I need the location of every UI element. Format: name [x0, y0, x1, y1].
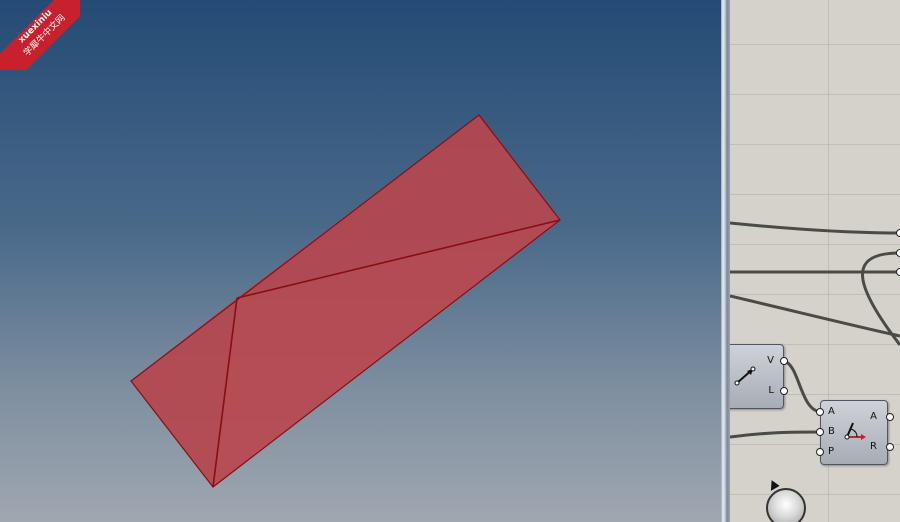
- vector-2pt-component[interactable]: V L: [730, 344, 784, 409]
- output-a-label: A: [870, 411, 877, 422]
- input-b-label: B: [828, 426, 835, 437]
- watermark-text-cn: 学犀牛中文网: [22, 13, 68, 59]
- output-r-label: R: [870, 441, 877, 452]
- angle-component[interactable]: A B P A R: [820, 400, 888, 465]
- input-grip[interactable]: [896, 249, 900, 257]
- input-a-label: A: [828, 406, 835, 417]
- input-p-label: P: [828, 446, 835, 457]
- input-grip[interactable]: [896, 268, 900, 276]
- wire: [783, 359, 823, 414]
- output-grip-a[interactable]: [886, 413, 894, 421]
- grasshopper-canvas[interactable]: V L A B P A R: [730, 0, 900, 522]
- dial-knob[interactable]: [766, 488, 806, 522]
- input-grip-p[interactable]: [816, 448, 824, 456]
- output-grip-l[interactable]: [780, 387, 788, 395]
- wire: [730, 430, 823, 439]
- output-grip-r[interactable]: [886, 443, 894, 451]
- viewport-geometry: [130, 114, 561, 488]
- input-grip[interactable]: [896, 229, 900, 237]
- rhino-viewport[interactable]: xuexiniu 学犀牛中文网: [0, 0, 721, 522]
- input-grip-a[interactable]: [816, 408, 824, 416]
- output-l-label: L: [768, 385, 774, 396]
- panel-splitter[interactable]: [721, 0, 730, 522]
- input-grip-b[interactable]: [816, 428, 824, 436]
- output-v-label: V: [767, 355, 774, 366]
- watermark-ribbon: xuexiniu 学犀牛中文网: [0, 0, 80, 70]
- output-grip-v[interactable]: [780, 357, 788, 365]
- wire: [730, 221, 900, 235]
- vector-icon: [734, 366, 756, 386]
- wire: [730, 294, 900, 338]
